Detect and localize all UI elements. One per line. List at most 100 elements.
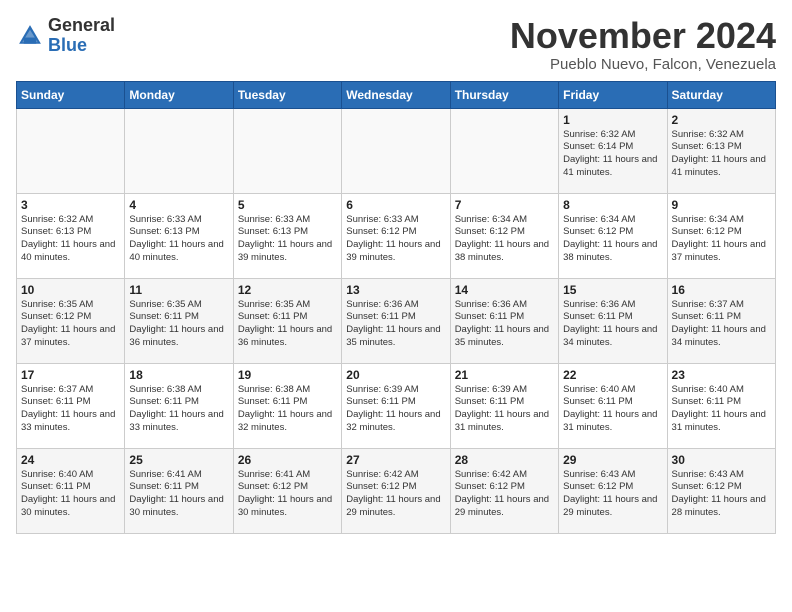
day-number: 9 (672, 198, 771, 212)
cell-info: Sunrise: 6:35 AM Sunset: 6:11 PM Dayligh… (238, 299, 337, 350)
calendar-cell (342, 108, 450, 193)
day-number: 2 (672, 113, 771, 127)
day-number: 10 (21, 283, 120, 297)
cell-info: Sunrise: 6:34 AM Sunset: 6:12 PM Dayligh… (455, 214, 554, 265)
header-cell-thursday: Thursday (450, 81, 558, 108)
day-number: 1 (563, 113, 662, 127)
cell-info: Sunrise: 6:38 AM Sunset: 6:11 PM Dayligh… (129, 384, 228, 435)
cell-info: Sunrise: 6:38 AM Sunset: 6:11 PM Dayligh… (238, 384, 337, 435)
calendar-cell: 26 Sunrise: 6:41 AM Sunset: 6:12 PM Dayli… (233, 448, 341, 533)
cell-info: Sunrise: 6:41 AM Sunset: 6:12 PM Dayligh… (238, 469, 337, 520)
day-number: 21 (455, 368, 554, 382)
calendar-cell: 2 Sunrise: 6:32 AM Sunset: 6:13 PM Daylig… (667, 108, 775, 193)
cell-info: Sunrise: 6:40 AM Sunset: 6:11 PM Dayligh… (563, 384, 662, 435)
week-row-3: 10Sunrise: 6:35 AM Sunset: 6:12 PM Dayli… (17, 278, 776, 363)
calendar-cell: 1Sunrise: 6:32 AM Sunset: 6:14 PM Daylig… (559, 108, 667, 193)
cell-info: Sunrise: 6:41 AM Sunset: 6:11 PM Dayligh… (129, 469, 228, 520)
calendar-cell: 17 Sunrise: 6:37 AM Sunset: 6:11 PM Dayli… (17, 363, 125, 448)
day-number: 19 (238, 368, 337, 382)
day-number: 11 (129, 283, 228, 297)
day-number: 20 (346, 368, 445, 382)
location-subtitle: Pueblo Nuevo, Falcon, Venezuela (510, 56, 776, 73)
calendar-cell: 22 Sunrise: 6:40 AM Sunset: 6:11 PM Dayli… (559, 363, 667, 448)
day-number: 3 (21, 198, 120, 212)
cell-info: Sunrise: 6:32 AM Sunset: 6:13 PM Dayligh… (21, 214, 120, 265)
week-row-1: 1Sunrise: 6:32 AM Sunset: 6:14 PM Daylig… (17, 108, 776, 193)
day-number: 6 (346, 198, 445, 212)
cell-info: Sunrise: 6:36 AM Sunset: 6:11 PM Dayligh… (346, 299, 445, 350)
cell-info: Sunrise: 6:43 AM Sunset: 6:12 PM Dayligh… (672, 469, 771, 520)
cell-info: Sunrise: 6:42 AM Sunset: 6:12 PM Dayligh… (455, 469, 554, 520)
calendar-cell: 30 Sunrise: 6:43 AM Sunset: 6:12 PM Dayli… (667, 448, 775, 533)
title-block: November 2024 Pueblo Nuevo, Falcon, Vene… (510, 16, 776, 73)
day-number: 23 (672, 368, 771, 382)
header-cell-monday: Monday (125, 81, 233, 108)
cell-info: Sunrise: 6:39 AM Sunset: 6:11 PM Dayligh… (455, 384, 554, 435)
cell-info: Sunrise: 6:43 AM Sunset: 6:12 PM Dayligh… (563, 469, 662, 520)
cell-info: Sunrise: 6:36 AM Sunset: 6:11 PM Dayligh… (563, 299, 662, 350)
calendar-cell: 27 Sunrise: 6:42 AM Sunset: 6:12 PM Dayli… (342, 448, 450, 533)
day-number: 28 (455, 453, 554, 467)
calendar-cell: 13 Sunrise: 6:36 AM Sunset: 6:11 PM Dayli… (342, 278, 450, 363)
logo-text: General Blue (48, 16, 115, 56)
calendar-cell: 20 Sunrise: 6:39 AM Sunset: 6:11 PM Dayli… (342, 363, 450, 448)
day-number: 8 (563, 198, 662, 212)
header-cell-friday: Friday (559, 81, 667, 108)
day-number: 12 (238, 283, 337, 297)
logo-general: General (48, 15, 115, 35)
week-row-5: 24Sunrise: 6:40 AM Sunset: 6:11 PM Dayli… (17, 448, 776, 533)
calendar-cell: 5Sunrise: 6:33 AM Sunset: 6:13 PM Daylig… (233, 193, 341, 278)
calendar-header: SundayMondayTuesdayWednesdayThursdayFrid… (17, 81, 776, 108)
cell-info: Sunrise: 6:40 AM Sunset: 6:11 PM Dayligh… (672, 384, 771, 435)
calendar-cell: 24Sunrise: 6:40 AM Sunset: 6:11 PM Dayli… (17, 448, 125, 533)
day-number: 15 (563, 283, 662, 297)
logo-blue: Blue (48, 35, 87, 55)
header-cell-wednesday: Wednesday (342, 81, 450, 108)
calendar-table: SundayMondayTuesdayWednesdayThursdayFrid… (16, 81, 776, 534)
calendar-cell: 3 Sunrise: 6:32 AM Sunset: 6:13 PM Daylig… (17, 193, 125, 278)
cell-info: Sunrise: 6:37 AM Sunset: 6:11 PM Dayligh… (21, 384, 120, 435)
cell-info: Sunrise: 6:37 AM Sunset: 6:11 PM Dayligh… (672, 299, 771, 350)
calendar-cell: 16 Sunrise: 6:37 AM Sunset: 6:11 PM Dayli… (667, 278, 775, 363)
day-number: 17 (21, 368, 120, 382)
calendar-cell (125, 108, 233, 193)
calendar-cell: 29Sunrise: 6:43 AM Sunset: 6:12 PM Dayli… (559, 448, 667, 533)
day-number: 26 (238, 453, 337, 467)
week-row-2: 3 Sunrise: 6:32 AM Sunset: 6:13 PM Daylig… (17, 193, 776, 278)
cell-info: Sunrise: 6:32 AM Sunset: 6:13 PM Dayligh… (672, 129, 771, 180)
header-cell-tuesday: Tuesday (233, 81, 341, 108)
cell-info: Sunrise: 6:36 AM Sunset: 6:11 PM Dayligh… (455, 299, 554, 350)
calendar-cell: 12 Sunrise: 6:35 AM Sunset: 6:11 PM Dayli… (233, 278, 341, 363)
cell-info: Sunrise: 6:39 AM Sunset: 6:11 PM Dayligh… (346, 384, 445, 435)
calendar-cell: 11Sunrise: 6:35 AM Sunset: 6:11 PM Dayli… (125, 278, 233, 363)
day-number: 27 (346, 453, 445, 467)
day-number: 7 (455, 198, 554, 212)
cell-info: Sunrise: 6:33 AM Sunset: 6:13 PM Dayligh… (129, 214, 228, 265)
cell-info: Sunrise: 6:42 AM Sunset: 6:12 PM Dayligh… (346, 469, 445, 520)
logo-icon (16, 22, 44, 50)
calendar-cell: 21 Sunrise: 6:39 AM Sunset: 6:11 PM Dayli… (450, 363, 558, 448)
day-number: 18 (129, 368, 228, 382)
day-number: 30 (672, 453, 771, 467)
day-number: 13 (346, 283, 445, 297)
calendar-cell: 10Sunrise: 6:35 AM Sunset: 6:12 PM Dayli… (17, 278, 125, 363)
day-number: 22 (563, 368, 662, 382)
day-number: 25 (129, 453, 228, 467)
cell-info: Sunrise: 6:33 AM Sunset: 6:13 PM Dayligh… (238, 214, 337, 265)
calendar-cell (17, 108, 125, 193)
calendar-cell: 25 Sunrise: 6:41 AM Sunset: 6:11 PM Dayli… (125, 448, 233, 533)
day-number: 4 (129, 198, 228, 212)
calendar-cell (233, 108, 341, 193)
page-header: General Blue November 2024 Pueblo Nuevo,… (16, 16, 776, 73)
calendar-cell: 9 Sunrise: 6:34 AM Sunset: 6:12 PM Daylig… (667, 193, 775, 278)
calendar-cell: 14 Sunrise: 6:36 AM Sunset: 6:11 PM Dayli… (450, 278, 558, 363)
header-cell-saturday: Saturday (667, 81, 775, 108)
cell-info: Sunrise: 6:40 AM Sunset: 6:11 PM Dayligh… (21, 469, 120, 520)
day-number: 14 (455, 283, 554, 297)
header-row: SundayMondayTuesdayWednesdayThursdayFrid… (17, 81, 776, 108)
header-cell-sunday: Sunday (17, 81, 125, 108)
cell-info: Sunrise: 6:33 AM Sunset: 6:12 PM Dayligh… (346, 214, 445, 265)
day-number: 16 (672, 283, 771, 297)
calendar-cell (450, 108, 558, 193)
cell-info: Sunrise: 6:34 AM Sunset: 6:12 PM Dayligh… (672, 214, 771, 265)
